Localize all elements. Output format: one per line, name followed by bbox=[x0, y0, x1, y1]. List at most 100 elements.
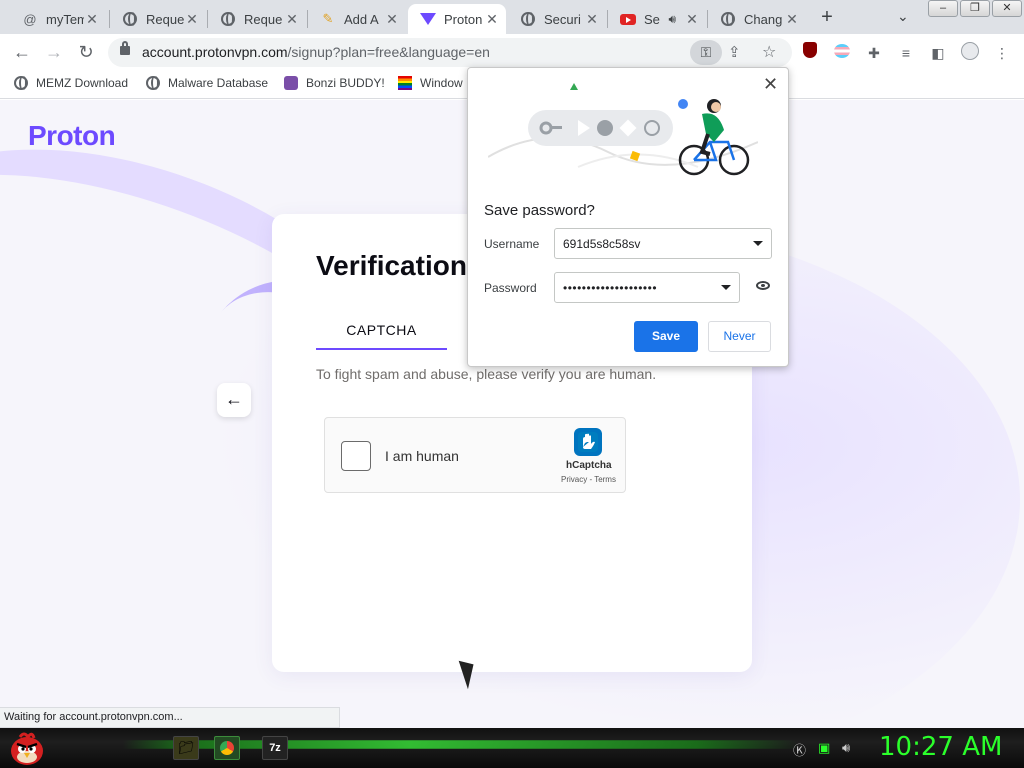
lock-icon[interactable] bbox=[120, 41, 130, 55]
close-icon[interactable]: ✕ bbox=[284, 11, 300, 28]
reload-icon[interactable]: ↻ bbox=[74, 41, 98, 65]
taskbar-clock[interactable]: 10:27 AM bbox=[879, 732, 1002, 762]
close-icon[interactable]: ✕ bbox=[84, 11, 100, 28]
tab-proton[interactable]: Proton ✕ bbox=[408, 4, 506, 34]
media-queue-icon[interactable]: ≡ bbox=[895, 42, 917, 64]
bookmark-memz[interactable]: MEMZ Download bbox=[14, 76, 128, 90]
verification-description: To fight spam and abuse, please verify y… bbox=[316, 366, 657, 382]
password-select[interactable]: •••••••••••••••••••• bbox=[554, 272, 740, 303]
profile-avatar-icon[interactable] bbox=[959, 42, 981, 64]
volume-icon[interactable]: 🔊︎ bbox=[842, 740, 850, 756]
youtube-icon bbox=[620, 11, 636, 27]
minimize-button[interactable]: – bbox=[928, 0, 958, 17]
back-button[interactable]: ← bbox=[217, 383, 251, 417]
globe-icon bbox=[146, 76, 160, 90]
hcaptcha-logo-icon bbox=[574, 428, 602, 456]
pencil-icon: ✎ bbox=[322, 11, 334, 26]
human-checkbox[interactable] bbox=[341, 441, 371, 471]
eye-icon[interactable] bbox=[756, 281, 770, 290]
bookmark-label: Malware Database bbox=[168, 76, 269, 90]
globe-icon bbox=[122, 11, 138, 27]
save-password-illustration bbox=[488, 83, 758, 176]
close-icon[interactable]: ✕ bbox=[763, 74, 778, 95]
chevron-down-icon bbox=[753, 241, 763, 246]
close-icon[interactable]: ✕ bbox=[384, 11, 400, 28]
tab-change[interactable]: Chang ✕ bbox=[708, 4, 806, 34]
key-icon[interactable]: ⚿ bbox=[690, 40, 722, 65]
close-icon[interactable]: ✕ bbox=[184, 11, 200, 28]
bookmark-bonzi-buddy[interactable]: Bonzi BUDDY! bbox=[284, 76, 385, 90]
at-icon: @ bbox=[23, 11, 37, 27]
tab-youtube[interactable]: Se 🔊︎ ✕ bbox=[608, 4, 706, 34]
hcaptcha-widget: I am human hCaptcha Privacy - Terms bbox=[324, 417, 626, 493]
hcaptcha-brand: hCaptcha bbox=[566, 460, 612, 471]
side-panel-icon[interactable]: ◧ bbox=[927, 42, 949, 64]
globe-icon bbox=[720, 11, 736, 27]
back-arrow-icon[interactable]: ← bbox=[10, 41, 34, 65]
close-icon[interactable]: ✕ bbox=[484, 11, 500, 28]
hcaptcha-privacy-terms[interactable]: Privacy - Terms bbox=[561, 475, 616, 484]
dialog-title: Save password? bbox=[484, 202, 595, 219]
tab-strip: @ myTem ✕ Reque ✕ Reque ✕ ✎ Add A ✕ Prot… bbox=[0, 0, 1024, 34]
url-text[interactable]: account.protonvpn.com/signup?plan=free&l… bbox=[142, 44, 490, 60]
extension-flag-icon[interactable] bbox=[831, 42, 853, 64]
bookmark-label: Bonzi BUDDY! bbox=[306, 76, 385, 90]
close-icon[interactable]: ✕ bbox=[684, 11, 700, 28]
tab-search-chevron-icon[interactable]: ⌄ bbox=[897, 8, 909, 25]
star-icon[interactable]: ☆ bbox=[762, 42, 776, 62]
url-host: account.protonvpn.com bbox=[142, 44, 288, 60]
tab-request-2[interactable]: Reque ✕ bbox=[208, 4, 306, 34]
tab-label: Securi bbox=[544, 11, 581, 27]
tab-label: Reque bbox=[244, 11, 283, 27]
tab-security[interactable]: Securi ✕ bbox=[508, 4, 606, 34]
tab-captcha[interactable]: CAPTCHA bbox=[316, 322, 447, 350]
tab-label: Se bbox=[644, 11, 660, 27]
screen: @ myTem ✕ Reque ✕ Reque ✕ ✎ Add A ✕ Prot… bbox=[0, 0, 1024, 768]
restore-button[interactable]: ❐ bbox=[960, 0, 990, 17]
speaker-icon[interactable]: 🔊︎ bbox=[668, 12, 676, 27]
window-controls: – ❐ ✕ bbox=[928, 0, 1024, 18]
bookmark-malware-database[interactable]: Malware Database bbox=[146, 76, 268, 90]
menu-kebab-icon[interactable]: ⋮ bbox=[991, 42, 1013, 64]
close-icon[interactable]: ✕ bbox=[784, 11, 800, 28]
username-value: 691d5s8c58sv bbox=[563, 237, 641, 251]
close-icon[interactable]: ✕ bbox=[584, 11, 600, 28]
tab-label: Reque bbox=[146, 11, 184, 27]
tab-mytem[interactable]: @ myTem ✕ bbox=[10, 4, 106, 34]
close-window-button[interactable]: ✕ bbox=[992, 0, 1022, 17]
password-value: •••••••••••••••••••• bbox=[563, 281, 658, 295]
password-label: Password bbox=[484, 281, 537, 295]
tab-label: myTem bbox=[46, 11, 84, 27]
url-path: /signup?plan=free&language=en bbox=[287, 44, 490, 60]
file-explorer-icon[interactable]: 📁︎ bbox=[173, 736, 199, 760]
tray-app-icon[interactable]: Ⓚ bbox=[793, 740, 806, 759]
chevron-down-icon bbox=[721, 285, 731, 290]
puzzle-icon[interactable]: ✚ bbox=[863, 42, 885, 64]
proton-vpn-icon bbox=[420, 11, 436, 27]
battery-icon[interactable]: ▣ bbox=[818, 740, 830, 756]
back-arrow-icon: ← bbox=[225, 389, 243, 409]
new-tab-button[interactable]: + bbox=[815, 6, 839, 30]
bookmark-windows[interactable]: Window bbox=[398, 76, 463, 90]
tab-label: Proton bbox=[444, 11, 483, 27]
share-icon[interactable]: ⇪ bbox=[728, 43, 741, 61]
bonzi-icon bbox=[284, 76, 298, 90]
status-bubble: Waiting for account.protonvpn.com... bbox=[0, 707, 340, 728]
forward-arrow-icon[interactable]: → bbox=[42, 41, 66, 65]
save-button[interactable]: Save bbox=[634, 321, 698, 352]
tab-request-1[interactable]: Reque ✕ bbox=[110, 4, 206, 34]
7zip-icon[interactable]: 7z bbox=[262, 736, 288, 760]
bookmark-label: Window bbox=[420, 76, 463, 90]
browser-toolbar: ← → ↻ account.protonvpn.com/signup?plan=… bbox=[0, 34, 1024, 71]
never-button[interactable]: Never bbox=[708, 321, 771, 352]
proton-logo[interactable]: Proton bbox=[28, 120, 116, 152]
username-select[interactable]: 691d5s8c58sv bbox=[554, 228, 772, 259]
ublock-icon[interactable] bbox=[799, 42, 821, 64]
start-button[interactable] bbox=[8, 729, 46, 767]
chrome-icon[interactable] bbox=[214, 736, 240, 760]
globe-icon bbox=[220, 11, 236, 27]
tab-add[interactable]: ✎ Add A ✕ bbox=[308, 4, 406, 34]
address-bar[interactable]: account.protonvpn.com/signup?plan=free&l… bbox=[108, 38, 792, 67]
globe-icon bbox=[14, 76, 28, 90]
taskbar-glow bbox=[0, 740, 1024, 749]
